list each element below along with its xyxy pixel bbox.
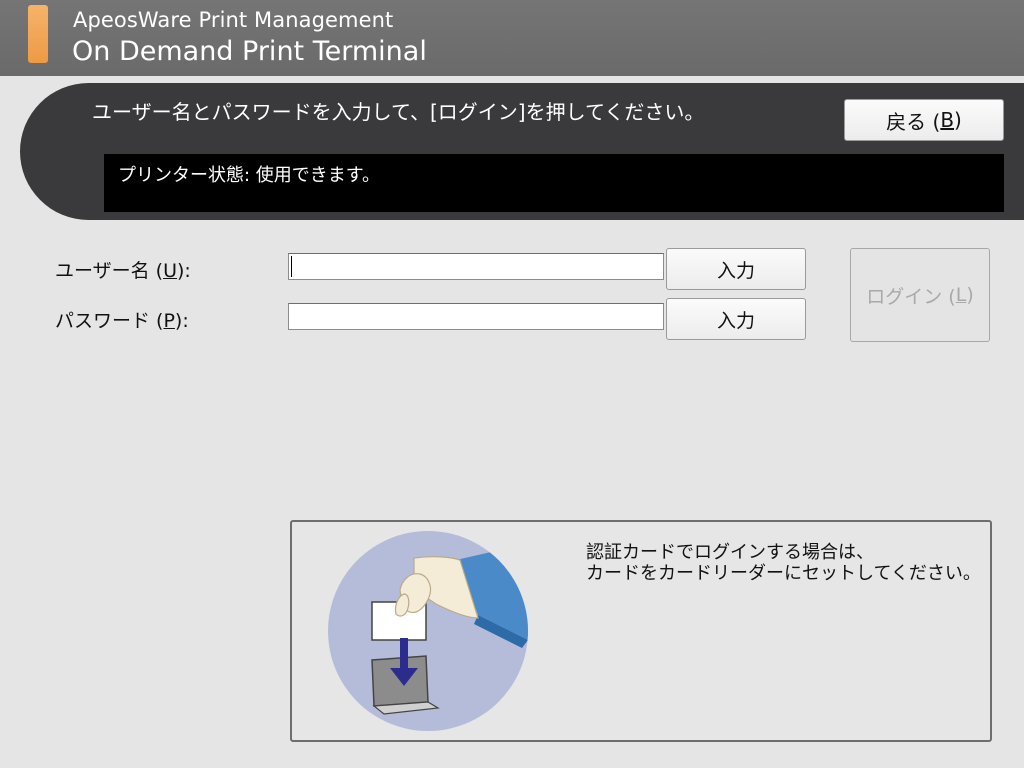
- app-name: ApeosWare Print Management: [73, 8, 394, 32]
- login-screen: ApeosWare Print Management On Demand Pri…: [0, 0, 1024, 768]
- password-label: パスワード (P):: [55, 306, 189, 333]
- password-label-text: パスワード (: [55, 310, 164, 332]
- login-button-label: ログイン (: [866, 285, 956, 308]
- login-button-mnemonic: L: [955, 284, 967, 306]
- password-enter-button-label: 入力: [716, 309, 755, 332]
- login-button[interactable]: ログイン (L): [850, 248, 990, 342]
- printer-status-box: プリンター状態: 使用できます。: [104, 154, 1004, 212]
- back-button-label: 戻る (: [886, 109, 941, 134]
- down-arrow-icon: [400, 638, 408, 672]
- username-enter-button-label: 入力: [716, 259, 755, 282]
- username-mnemonic: U: [163, 260, 177, 282]
- app-subtitle: On Demand Print Terminal: [72, 36, 427, 67]
- brand-accent-bar: [28, 5, 48, 63]
- title-bar: ApeosWare Print Management On Demand Pri…: [0, 0, 1024, 76]
- printer-status-text: プリンター状態: 使用できます。: [118, 165, 380, 186]
- username-label-suffix: ):: [177, 260, 191, 282]
- password-input[interactable]: [288, 303, 664, 330]
- login-button-suffix: ): [966, 284, 974, 306]
- card-login-message-line1: 認証カードでログインする場合は、: [586, 542, 874, 563]
- card-login-message-line2: カードをカードリーダーにセットしてください。: [586, 563, 981, 584]
- username-enter-button[interactable]: 入力: [666, 248, 806, 290]
- password-enter-button[interactable]: 入力: [666, 298, 806, 340]
- card-login-message: 認証カードでログインする場合は、 カードをカードリーダーにセットしてください。: [586, 542, 981, 584]
- username-input[interactable]: [288, 253, 664, 280]
- password-mnemonic: P: [163, 310, 175, 332]
- instruction-text: ユーザー名とパスワードを入力して、[ログイン]を押してください。: [92, 100, 705, 124]
- card-reader-illustration: [328, 531, 528, 731]
- username-label-text: ユーザー名 (: [55, 260, 164, 282]
- text-caret: [291, 256, 292, 277]
- back-button-suffix: ): [954, 108, 962, 132]
- back-button[interactable]: 戻る (B): [844, 99, 1004, 141]
- username-label: ユーザー名 (U):: [55, 256, 191, 283]
- card-login-info-box: 認証カードでログインする場合は、 カードをカードリーダーにセットしてください。: [290, 520, 992, 742]
- password-label-suffix: ):: [174, 310, 189, 332]
- back-button-mnemonic: B: [940, 108, 955, 132]
